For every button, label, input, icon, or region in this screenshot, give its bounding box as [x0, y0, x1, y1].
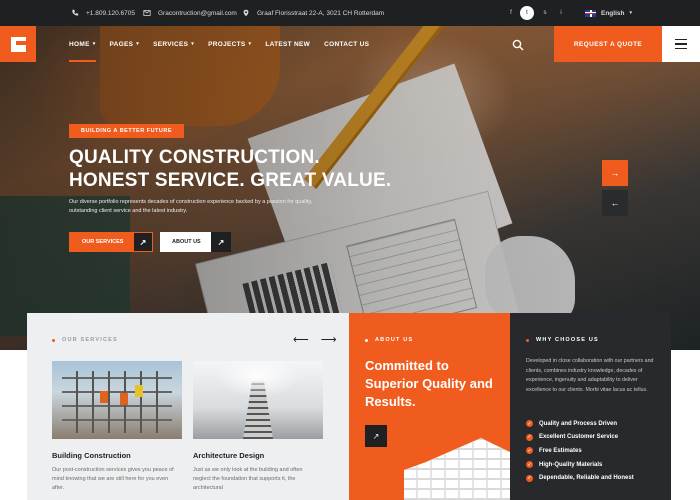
- service-card-description: Just as we only look at the building and…: [193, 467, 303, 491]
- main-nav: HOME ▾ PAGES ▾ SERVICES ▾ PROJECTS ▾ LATEST …: [0, 26, 700, 62]
- arrow-up-right-icon: ↗: [133, 232, 153, 252]
- chevron-down-icon: ▾: [191, 41, 195, 47]
- service-card-title: Architecture Design: [193, 451, 265, 460]
- nav-pages[interactable]: PAGES ▾: [110, 26, 140, 62]
- why-list: ✓ Quality and Process Driven ✓ Excellent C…: [526, 417, 634, 485]
- about-panel: ABOUT US Committed to Superior Quality a…: [349, 313, 510, 500]
- hero-tagline: BUILDING A BETTER FUTURE: [69, 124, 185, 138]
- address-contact: Graaf Florisstraat 22-A, 3021 CH Rotterd…: [241, 0, 384, 26]
- arrow-up-right-icon: ↗: [372, 431, 380, 441]
- twitter-icon[interactable]: t: [520, 6, 534, 20]
- hero-headline: QUALITY CONSTRUCTION. HONEST SERVICE. GR…: [69, 146, 489, 192]
- services-carousel-arrows: ⟵ ⟶: [293, 333, 337, 346]
- services-panel: OUR SERVICES ⟵ ⟶ Building Construction O…: [27, 313, 349, 500]
- check-icon: ✓: [526, 433, 533, 441]
- list-item: ✓ High-Quality Materials: [526, 461, 603, 469]
- about-us-button[interactable]: ABOUT US ↗: [160, 232, 231, 252]
- arrow-left-icon[interactable]: ⟵: [293, 333, 309, 346]
- arrow-left-icon: ←: [610, 198, 620, 208]
- chevron-down-icon: ▾: [136, 41, 140, 47]
- location-pin-icon: [241, 8, 251, 18]
- logo[interactable]: [0, 26, 36, 62]
- service-card-building-construction[interactable]: Building Construction Our post-construct…: [52, 361, 182, 493]
- why-choose-us-panel: WHY CHOOSE US Developed in close collabo…: [510, 313, 671, 500]
- slider-next-button[interactable]: →: [602, 160, 628, 186]
- language-label: English: [601, 9, 625, 17]
- check-icon: ✓: [526, 474, 533, 482]
- why-section-label: WHY CHOOSE US: [526, 337, 599, 343]
- about-title: Committed to Superior Quality and Result…: [365, 358, 493, 409]
- architecture-design-image: [193, 361, 323, 439]
- top-bar: +1.809.120.6705 Gracontruction@gmail.com…: [0, 0, 700, 26]
- email-text: Gracontruction@gmail.com: [158, 9, 237, 17]
- arrow-right-icon: →: [610, 168, 620, 178]
- check-icon: ✓: [526, 420, 533, 428]
- check-icon: ✓: [526, 447, 533, 455]
- list-item: ✓ Excellent Customer Service: [526, 433, 619, 441]
- hero-description: Our diverse portfolio represents decades…: [69, 199, 313, 214]
- building-image: [404, 438, 510, 500]
- phone-icon: [70, 8, 80, 18]
- uk-flag-icon: [585, 9, 596, 17]
- arrow-up-right-icon: ↗: [211, 232, 231, 252]
- logo-mark-icon: [10, 36, 26, 52]
- check-icon: ✓: [526, 461, 533, 469]
- phone-text: +1.809.120.6705: [86, 9, 135, 17]
- slider-prev-button[interactable]: ←: [602, 190, 628, 216]
- list-item: ✓ Dependable, Reliable and Honest: [526, 474, 634, 482]
- phone-contact[interactable]: +1.809.120.6705: [70, 0, 135, 26]
- skype-icon[interactable]: s: [538, 6, 552, 20]
- service-card-architecture-design[interactable]: Architecture Design Just as we only look…: [193, 361, 323, 493]
- email-contact[interactable]: Gracontruction@gmail.com: [142, 0, 237, 26]
- services-section-label: OUR SERVICES: [52, 337, 118, 343]
- nav-latest-new[interactable]: LATEST NEW: [265, 26, 310, 62]
- nav-contact-us[interactable]: CONTACT US: [324, 26, 369, 62]
- nav-services[interactable]: SERVICES ▾: [153, 26, 194, 62]
- hero-headline-line-1: QUALITY CONSTRUCTION.: [69, 147, 320, 168]
- arrow-right-icon[interactable]: ⟶: [321, 333, 337, 346]
- chevron-down-icon: ▾: [92, 41, 96, 47]
- nav-projects[interactable]: PROJECTS ▾: [208, 26, 251, 62]
- instagram-icon[interactable]: i: [554, 6, 568, 20]
- our-services-button[interactable]: OUR SERVICES ↗: [69, 232, 153, 252]
- about-section-label: ABOUT US: [365, 337, 413, 343]
- address-text: Graaf Florisstraat 22-A, 3021 CH Rotterd…: [257, 9, 385, 17]
- language-selector[interactable]: English ▾: [585, 0, 632, 26]
- service-card-title: Building Construction: [52, 451, 131, 460]
- facebook-icon[interactable]: f: [504, 6, 518, 20]
- search-icon[interactable]: [512, 38, 524, 51]
- chevron-down-icon: ▾: [629, 10, 632, 16]
- mail-icon: [142, 8, 152, 18]
- chevron-down-icon: ▾: [248, 41, 252, 47]
- hamburger-menu-icon[interactable]: [662, 26, 700, 62]
- service-card-description: Our post-construction services gives you…: [52, 467, 174, 491]
- list-item: ✓ Free Estimates: [526, 447, 582, 455]
- building-construction-image: [52, 361, 182, 439]
- about-more-button[interactable]: ↗: [365, 425, 387, 447]
- nav-home[interactable]: HOME ▾: [69, 26, 96, 62]
- why-description: Developed in close collaboration with ou…: [526, 358, 654, 393]
- hero-headline-line-2: HONEST SERVICE. GREAT VALUE.: [69, 170, 392, 191]
- list-item: ✓ Quality and Process Driven: [526, 420, 618, 428]
- request-quote-button[interactable]: REQUEST A QUOTE: [554, 26, 662, 62]
